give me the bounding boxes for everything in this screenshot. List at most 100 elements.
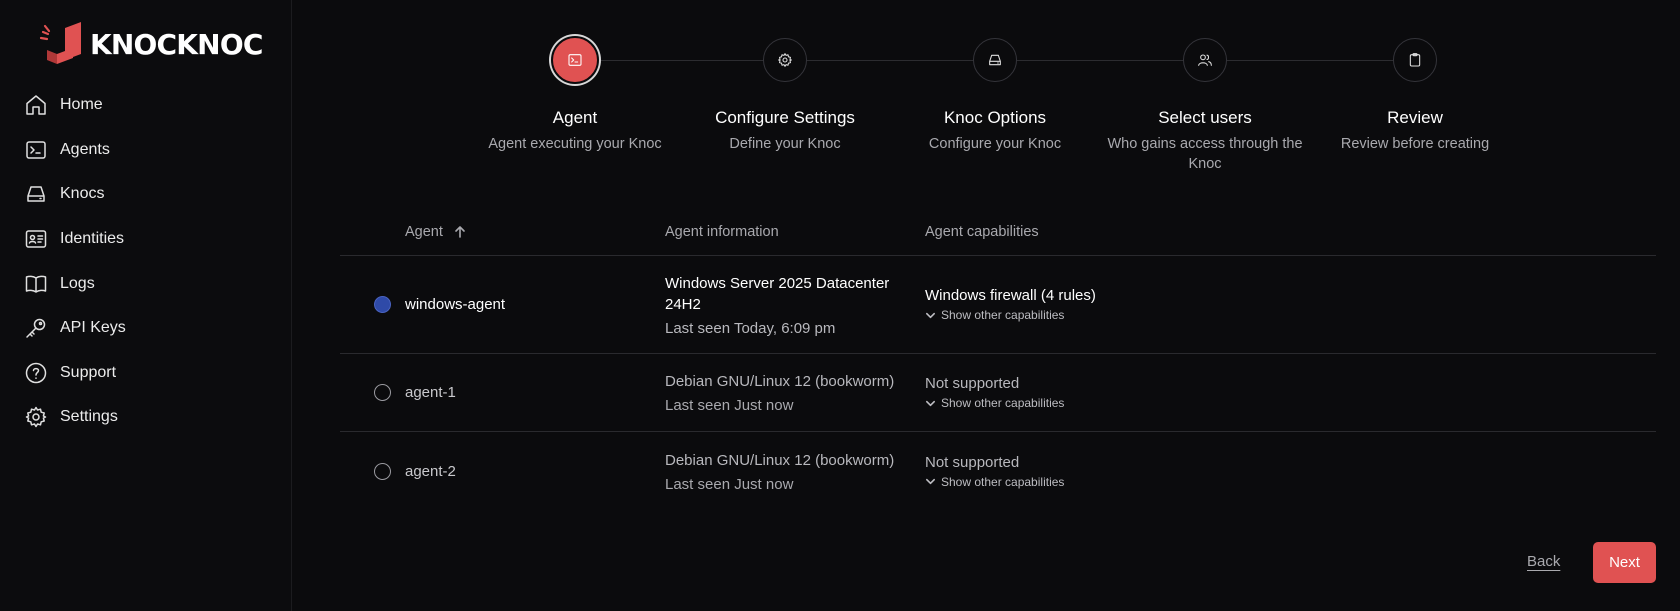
step-subtitle: Who gains access through the Knoc: [1107, 136, 1303, 172]
show-capabilities-toggle[interactable]: Show other capabilities: [925, 308, 1656, 322]
show-capabilities-toggle[interactable]: Show other capabilities: [925, 475, 1656, 489]
step-circle: [973, 38, 1017, 82]
back-button[interactable]: Back: [1527, 553, 1560, 570]
brand-name: KNOCKNOC: [90, 27, 263, 61]
step-circle: [1393, 38, 1437, 82]
step-circle: [763, 38, 807, 82]
table-row[interactable]: agent-1 Debian GNU/Linux 12 (bookworm) L…: [340, 354, 1656, 432]
sidebar-item-label: Identities: [60, 230, 125, 248]
sidebar-item-settings[interactable]: Settings: [24, 395, 274, 440]
key-icon: [24, 316, 48, 340]
step-circle: [551, 36, 599, 84]
step-subtitle: Agent executing your Knoc: [488, 136, 662, 152]
agent-cell: windows-agent: [405, 296, 665, 313]
table-header: Agent Agent information Agent capabiliti…: [340, 208, 1656, 256]
column-header-capabilities: Agent capabilities: [925, 223, 1039, 240]
agent-cell: agent-1: [405, 384, 665, 401]
wizard-stepper: Agent Agent executing your Knoc Configur…: [470, 36, 1500, 178]
users-icon: [1198, 54, 1212, 66]
chevron-down-icon: [926, 312, 935, 318]
sidebar-item-logs[interactable]: Logs: [24, 261, 274, 306]
sidebar-item-label: Knocs: [60, 185, 105, 203]
step-subtitle: Review before creating: [1340, 136, 1490, 152]
sidebar-item-label: Settings: [60, 408, 118, 426]
show-capabilities-label: Show other capabilities: [941, 474, 1065, 489]
terminal-icon: [568, 54, 582, 66]
agent-os: Windows Server 2025 Datacenter 24H2: [665, 274, 890, 313]
agent-capabilities-cell: Not supported Show other capabilities: [925, 375, 1656, 410]
sidebar-item-home[interactable]: Home: [24, 83, 274, 128]
row-select-cell: [340, 296, 405, 313]
sidebar-item-identities[interactable]: Identities: [24, 217, 274, 262]
agent-name: agent-1: [405, 384, 456, 401]
next-button[interactable]: Next: [1593, 542, 1656, 583]
agent-info-cell: Debian GNU/Linux 12 (bookworm) Last seen…: [665, 450, 925, 493]
row-radio[interactable]: [374, 296, 391, 313]
step-select-users[interactable]: Select users Who gains access through th…: [1100, 38, 1310, 174]
agent-info-cell: Debian GNU/Linux 12 (bookworm) Last seen…: [665, 371, 925, 414]
row-radio[interactable]: [374, 462, 391, 480]
sidebar-item-label: Logs: [60, 274, 95, 292]
step-agent[interactable]: Agent Agent executing your Knoc: [470, 36, 680, 154]
logo-mark-icon: [39, 22, 81, 64]
row-select-cell: [340, 384, 405, 401]
sidebar-item-knocs[interactable]: Knocs: [24, 172, 274, 217]
chevron-down-icon: [926, 400, 935, 406]
agent-info-cell: Windows Server 2025 Datacenter 24H2 Last…: [665, 273, 925, 337]
agent-name: agent-2: [405, 462, 456, 480]
sidebar-item-support[interactable]: Support: [24, 351, 274, 396]
column-header-info: Agent information: [665, 223, 779, 240]
step-review[interactable]: Review Review before creating: [1310, 38, 1520, 154]
row-select-cell: [340, 462, 405, 480]
step-title: Knoc Options: [943, 108, 1047, 127]
sidebar-item-label: Support: [60, 363, 117, 381]
column-header-agent[interactable]: Agent: [405, 224, 665, 240]
step-title: Review: [1387, 108, 1443, 127]
agent-last-seen: Last seen Just now: [665, 397, 794, 414]
clipboard-icon: [1409, 53, 1421, 67]
help-icon: [24, 361, 48, 385]
step-subtitle: Configure your Knoc: [928, 136, 1062, 152]
step-circle: [1183, 38, 1227, 82]
step-title: Select users: [1158, 108, 1252, 127]
agent-os: Debian GNU/Linux 12 (bookworm): [665, 373, 895, 390]
step-title: Configure Settings: [715, 108, 855, 127]
show-capabilities-toggle[interactable]: Show other capabilities: [925, 396, 1656, 410]
capability-summary: Not supported: [925, 375, 1020, 392]
column-label: Agent: [405, 223, 443, 240]
show-capabilities-label: Show other capabilities: [941, 396, 1065, 410]
drive-icon: [989, 54, 1001, 66]
drive-icon: [24, 182, 48, 206]
agent-last-seen: Last seen Just now: [665, 475, 794, 493]
gear-icon: [778, 53, 792, 67]
show-capabilities-label: Show other capabilities: [941, 308, 1065, 322]
step-subtitle: Define your Knoc: [729, 136, 841, 152]
terminal-icon: [24, 138, 48, 162]
sort-arrow-up-icon[interactable]: [453, 225, 467, 239]
chevron-down-icon: [926, 478, 935, 485]
sidebar-item-api-keys[interactable]: API Keys: [24, 306, 274, 351]
capability-summary: Not supported: [925, 453, 1020, 471]
sidebar-item-label: Home: [60, 96, 103, 114]
sidebar: KNOCKNOC Home Agents Knocs Identities Lo…: [0, 0, 292, 611]
home-icon: [24, 93, 48, 117]
sidebar-item-agents[interactable]: Agents: [24, 128, 274, 173]
agent-last-seen: Last seen Today, 6:09 pm: [665, 319, 836, 337]
row-radio[interactable]: [374, 384, 391, 401]
capability-summary: Windows firewall (4 rules): [925, 287, 1096, 304]
agent-table: Agent Agent information Agent capabiliti…: [340, 208, 1656, 510]
table-row[interactable]: agent-2 Debian GNU/Linux 12 (bookworm) L…: [340, 432, 1656, 510]
agent-os: Debian GNU/Linux 12 (bookworm): [665, 451, 895, 469]
gear-icon: [24, 405, 48, 429]
book-icon: [24, 272, 48, 296]
step-configure-settings[interactable]: Configure Settings Define your Knoc: [680, 38, 890, 154]
sidebar-item-label: API Keys: [60, 319, 126, 337]
table-row[interactable]: windows-agent Windows Server 2025 Datace…: [340, 256, 1656, 354]
step-knoc-options[interactable]: Knoc Options Configure your Knoc: [890, 38, 1100, 154]
knocknoc-logo[interactable]: KNOCKNOC: [37, 22, 263, 66]
agent-cell: agent-2: [405, 463, 665, 480]
step-title: Agent: [552, 108, 598, 127]
id-card-icon: [24, 227, 48, 251]
sidebar-item-label: Agents: [60, 140, 110, 158]
agent-capabilities-cell: Not supported Show other capabilities: [925, 454, 1656, 489]
